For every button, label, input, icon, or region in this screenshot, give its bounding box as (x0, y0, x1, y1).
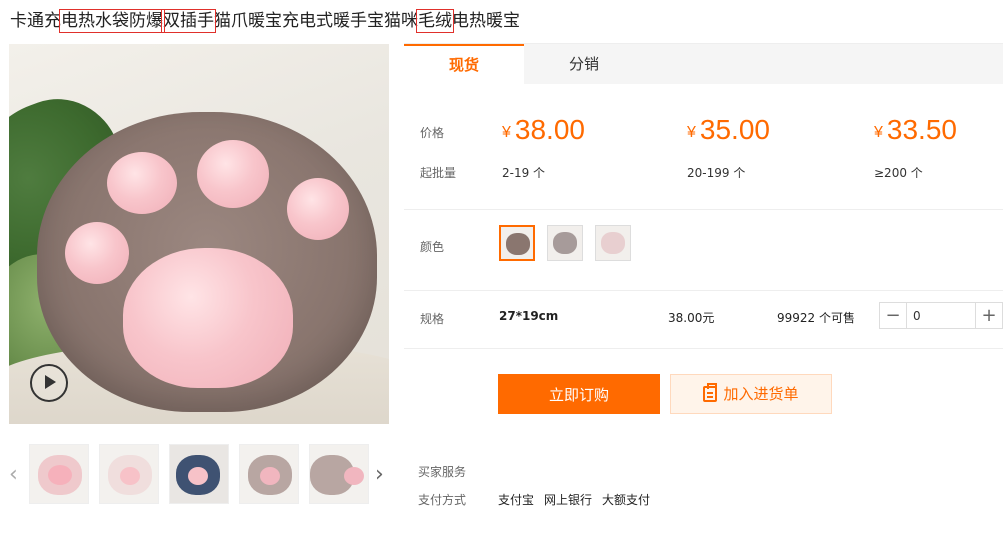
add-to-cart-button[interactable]: 加入进货单 (670, 374, 832, 414)
spec-size: 27*19cm (499, 309, 559, 323)
quantity-input[interactable] (907, 303, 975, 328)
main-product-image[interactable] (9, 44, 389, 424)
thumbnail[interactable] (239, 444, 299, 504)
thumbnail[interactable] (169, 444, 229, 504)
spec-label: 规格 (420, 312, 445, 326)
price-tier: ¥38.00 (502, 114, 585, 145)
product-title: 卡通充电热水袋防爆双插手猫爪暖宝充电式暖手宝猫咪毛绒电热暖宝 (10, 6, 520, 33)
tier-quantity: 2-19 个 (502, 166, 546, 180)
thumbnail[interactable] (29, 444, 89, 504)
play-video-icon[interactable] (30, 364, 68, 402)
stock-tabs: 现货 分销 (404, 43, 1003, 84)
tab-spot[interactable]: 现货 (404, 44, 524, 84)
color-selector: 颜色 (404, 210, 1003, 291)
payment-label: 支付方式 (418, 493, 467, 507)
price-label: 价格 (420, 126, 445, 140)
title-part: 猫爪暖宝充电式暖手宝猫咪 (214, 11, 418, 31)
paw-pad (123, 248, 293, 388)
spec-row: 规格 27*19cm 38.00元 99922 个可售 − + (404, 290, 1003, 349)
price-section: 价格 起批量 ¥38.00 2-19 个 ¥35.00 20-199 个 ¥33… (404, 84, 1003, 210)
paw-toe (65, 222, 129, 284)
title-part: 电热暖宝 (452, 11, 520, 31)
payment-large-amount[interactable]: 大额支付 (602, 491, 650, 508)
tier-quantity: ≥200 个 (874, 166, 923, 180)
payment-alipay[interactable]: 支付宝 (498, 491, 534, 508)
clipboard-icon (703, 383, 718, 402)
tier-quantity: 20-199 个 (687, 166, 746, 180)
decrease-button[interactable]: − (880, 303, 907, 328)
paw-toe (287, 178, 349, 240)
cat-paw-product (37, 112, 377, 412)
buy-now-button[interactable]: 立即订购 (498, 374, 660, 414)
paw-toe (107, 152, 177, 214)
add-to-cart-label: 加入进货单 (723, 385, 799, 403)
price-tier: ¥33.50 (874, 114, 957, 145)
color-label: 颜色 (420, 240, 445, 254)
tab-distribution[interactable]: 分销 (524, 44, 644, 84)
thumbnail[interactable] (99, 444, 159, 504)
chevron-left-icon[interactable]: ‹ (9, 462, 18, 487)
chevron-right-icon[interactable]: › (375, 462, 384, 487)
payment-online-bank[interactable]: 网上银行 (544, 491, 592, 508)
quantity-stepper: − + (879, 302, 1003, 329)
title-part: 卡通充 (10, 11, 61, 31)
thumbnail[interactable] (309, 444, 369, 504)
color-swatch-gray[interactable] (547, 225, 583, 261)
increase-button[interactable]: + (975, 303, 1002, 328)
title-highlight: 电热水袋防爆 (59, 9, 165, 33)
color-swatch-pink[interactable] (595, 225, 631, 261)
moq-label: 起批量 (420, 166, 457, 180)
title-highlight: 毛绒 (416, 9, 454, 33)
price-tier: ¥35.00 (687, 114, 770, 145)
spec-price: 38.00元 (668, 311, 715, 325)
paw-toe (197, 140, 269, 208)
buyer-service-label: 买家服务 (418, 465, 467, 479)
thumbnail-strip: ‹ › (9, 444, 389, 504)
title-highlight: 双插手 (161, 9, 216, 33)
spec-stock: 99922 个可售 (777, 311, 855, 325)
color-swatch-brown[interactable] (499, 225, 535, 261)
